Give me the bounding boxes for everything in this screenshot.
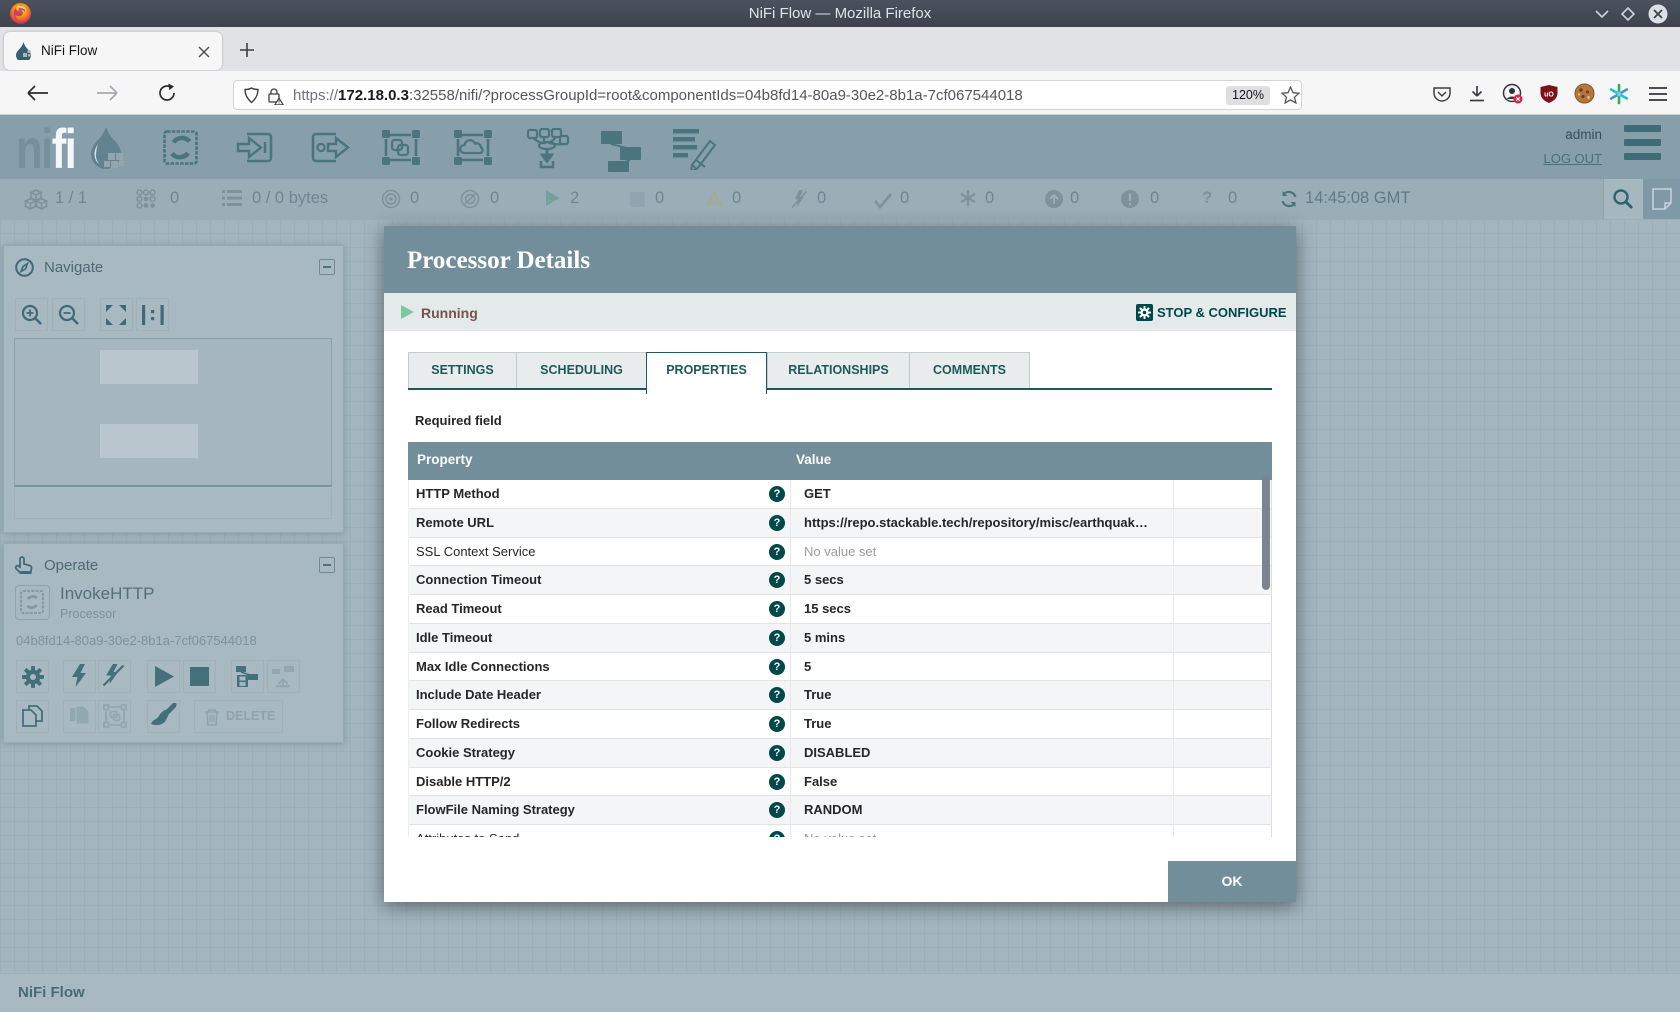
svg-text:uO: uO <box>1544 92 1554 99</box>
